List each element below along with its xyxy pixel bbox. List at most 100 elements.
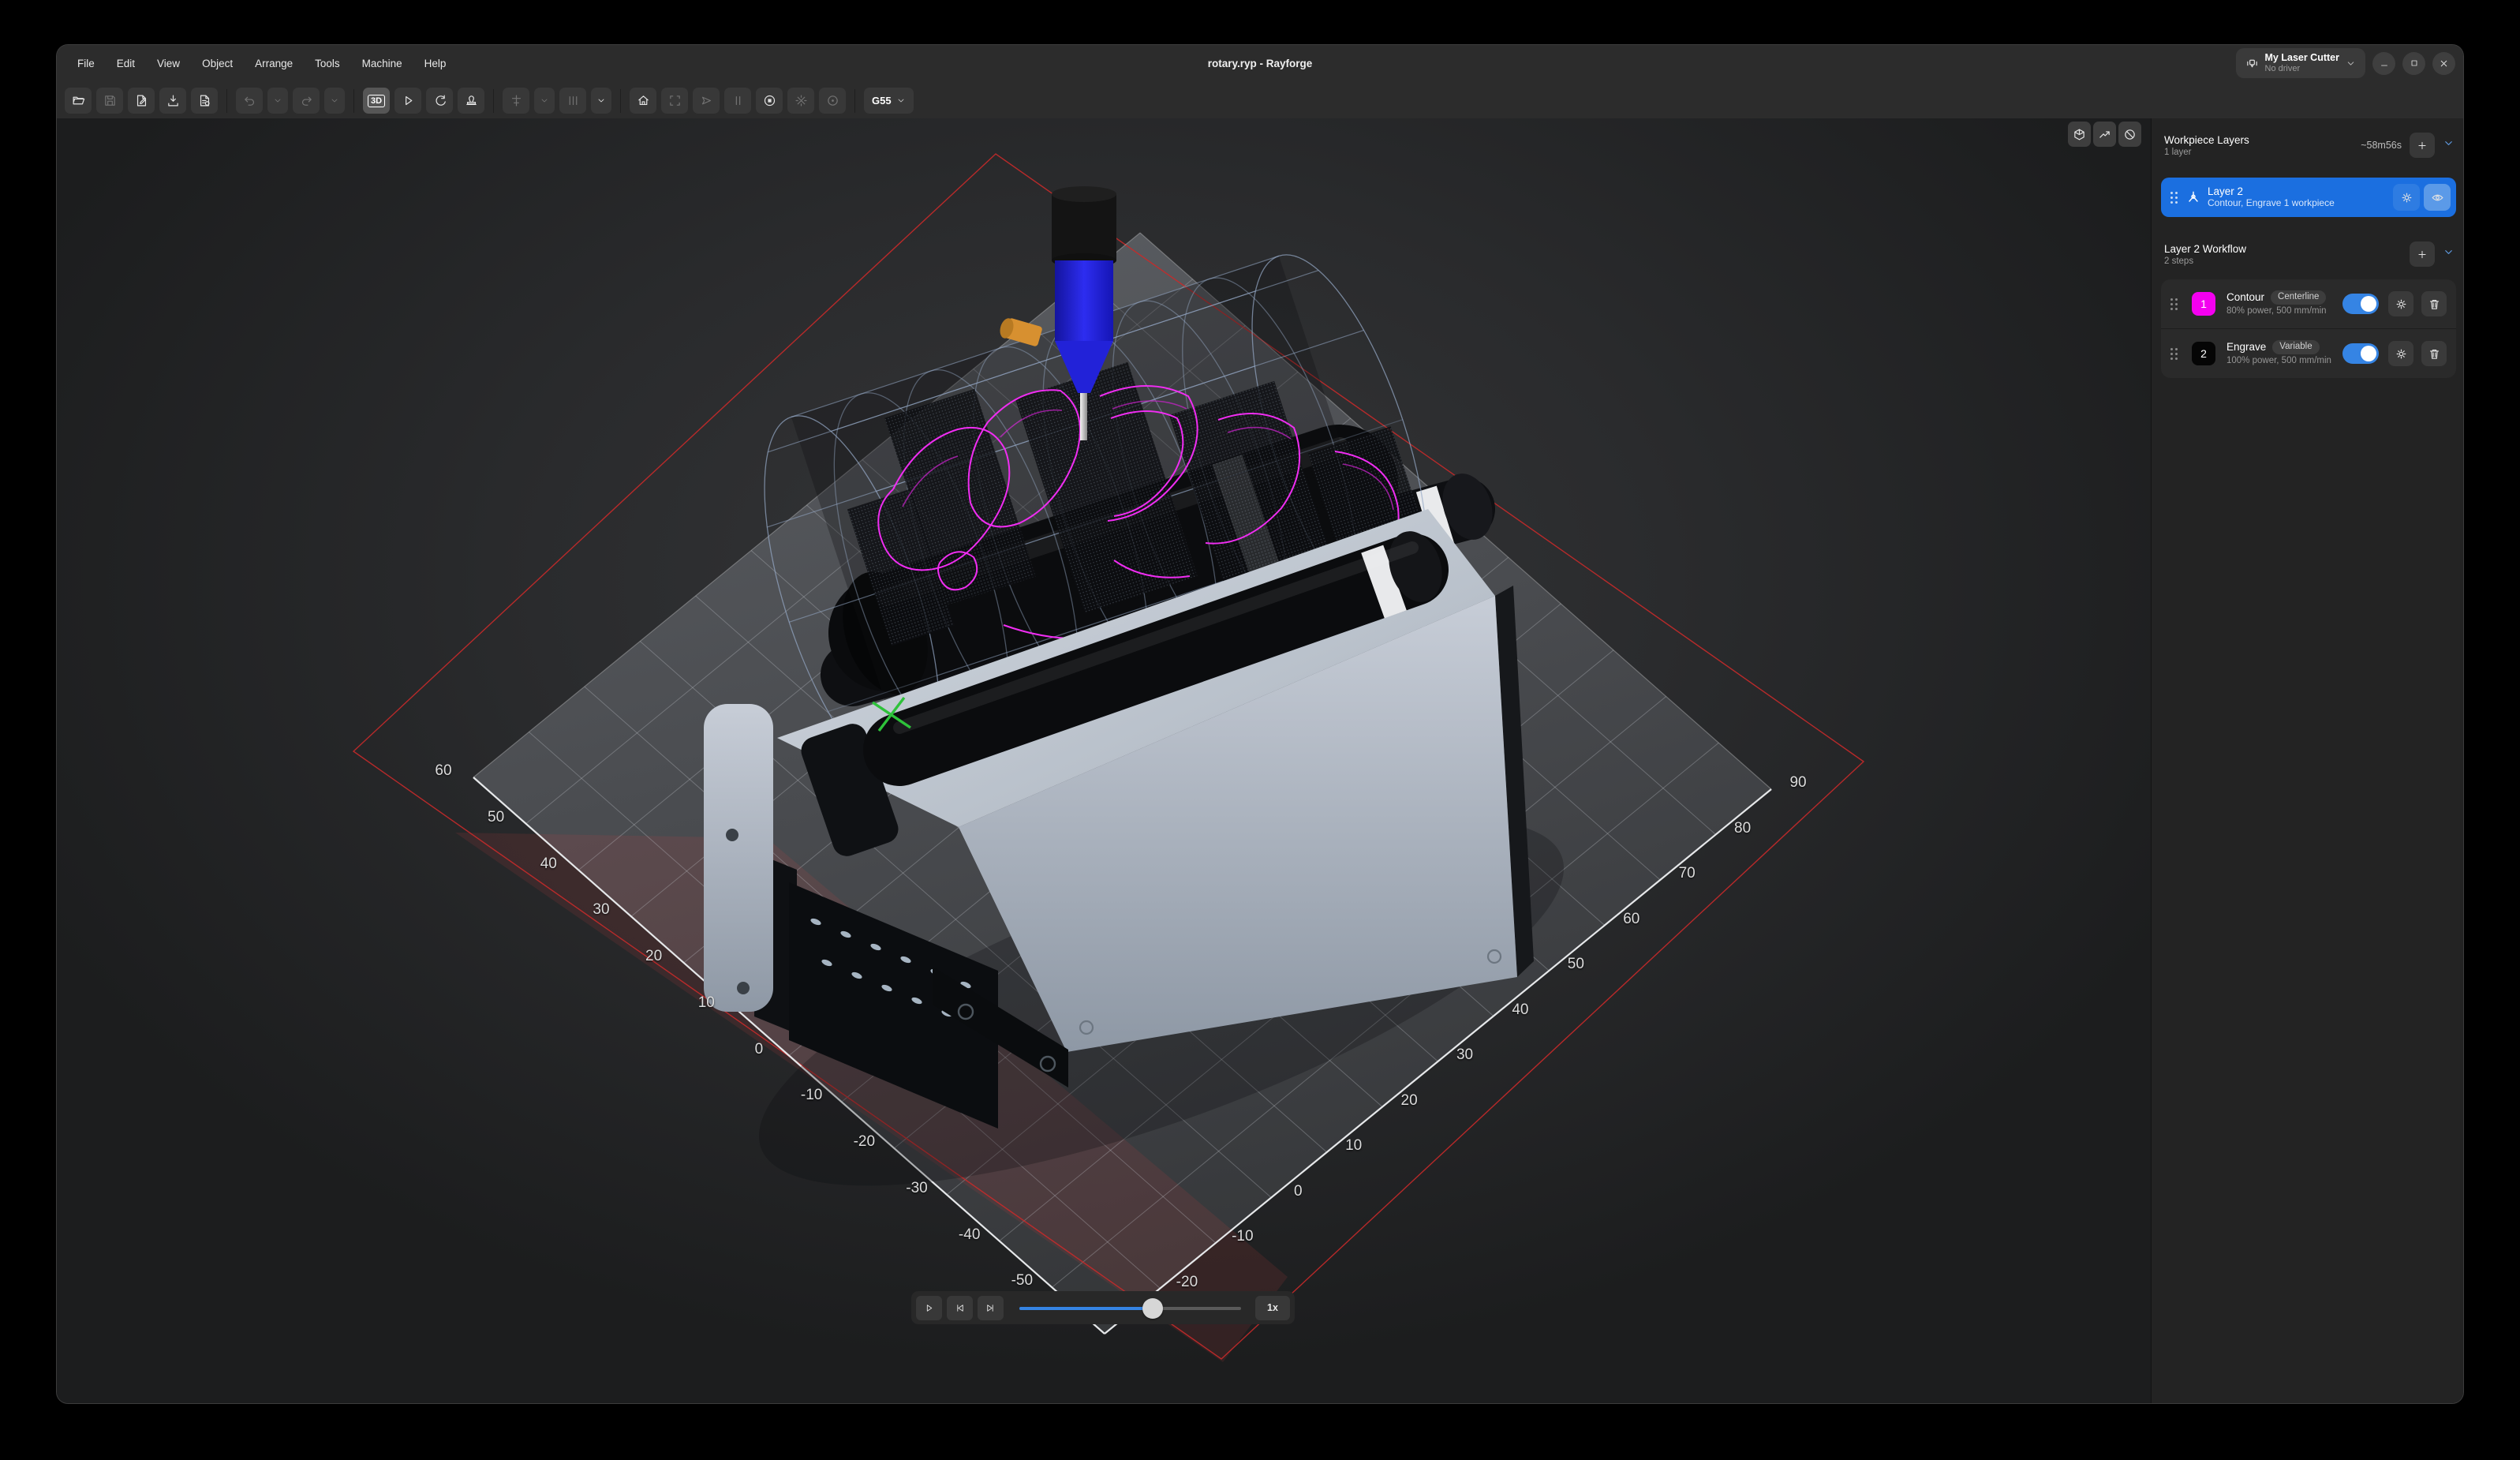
workpiece-layers-header: Workpiece Layers 1 layer ~58m56s xyxy=(2164,133,2455,158)
workflow-title: Layer 2 Workflow xyxy=(2164,243,2410,255)
gear-icon xyxy=(2400,191,2413,204)
redo-button[interactable] xyxy=(293,88,320,114)
drag-handle-icon[interactable] xyxy=(2170,298,2178,310)
chevron-down-icon xyxy=(2443,245,2455,259)
maximize-button[interactable] xyxy=(2402,52,2425,75)
stop-circle-icon xyxy=(763,94,776,107)
save-button[interactable] xyxy=(96,88,123,114)
frame-corners-icon xyxy=(668,94,682,107)
export-gcode-button[interactable] xyxy=(191,88,218,114)
chevron-down-icon xyxy=(2346,58,2356,69)
distribute-menu-button[interactable] xyxy=(591,88,611,114)
menu-arrange[interactable]: Arrange xyxy=(245,54,302,73)
undo-button[interactable] xyxy=(236,88,263,114)
add-layer-button[interactable] xyxy=(2410,133,2435,158)
ban-icon xyxy=(2123,128,2137,141)
target-dot-icon xyxy=(826,94,839,107)
trash-icon xyxy=(2428,298,2441,311)
close-button[interactable] xyxy=(2432,52,2455,75)
main-toolbar: 3D G55 xyxy=(65,83,914,118)
skip-start-icon xyxy=(955,1301,965,1315)
skip-end-button[interactable] xyxy=(978,1296,1004,1320)
align-menu-button[interactable] xyxy=(534,88,555,114)
laser-device-icon xyxy=(2245,57,2259,70)
step-number-chip: 1 xyxy=(2192,292,2215,316)
workflow-steps-card: 1 Contour Centerline 80% power, 500 mm/m… xyxy=(2161,279,2456,378)
drag-handle-icon[interactable] xyxy=(2170,348,2178,360)
folder-open-icon xyxy=(72,94,85,107)
show-travel-moves-button[interactable] xyxy=(2093,122,2116,147)
wcs-label: G55 xyxy=(872,95,892,107)
layer-row-selected[interactable]: Layer 2 Contour, Engrave 1 workpiece xyxy=(2161,178,2456,217)
clipping-toggle-button[interactable] xyxy=(2118,122,2141,147)
machine-selector-button[interactable]: My Laser Cutter No driver xyxy=(2236,48,2365,78)
simulation-playbar: 1x xyxy=(911,1291,1295,1324)
send-job-button[interactable] xyxy=(693,88,720,114)
workflow-step-row[interactable]: 1 Contour Centerline 80% power, 500 mm/m… xyxy=(2161,279,2456,328)
chevron-down-icon xyxy=(896,94,906,107)
laser-pointer-button[interactable] xyxy=(787,88,814,114)
perspective-toggle-button[interactable] xyxy=(2068,122,2091,147)
simulate-button[interactable] xyxy=(394,88,421,114)
send-icon xyxy=(700,94,713,107)
toggle-3d-view-button[interactable]: 3D xyxy=(363,88,390,114)
material-test-button[interactable] xyxy=(458,88,484,114)
menu-edit[interactable]: Edit xyxy=(107,54,144,73)
collapse-layers-button[interactable] xyxy=(2443,137,2455,154)
workflow-step-row[interactable]: 2 Engrave Variable 100% power, 500 mm/mi… xyxy=(2161,328,2456,378)
close-icon xyxy=(2439,58,2449,69)
step-delete-button[interactable] xyxy=(2421,291,2447,316)
home-machine-button[interactable] xyxy=(630,88,656,114)
simulation-progress-slider[interactable] xyxy=(1019,1296,1241,1320)
step-settings-button[interactable] xyxy=(2388,341,2413,366)
step-mode-badge: Centerline xyxy=(2271,290,2326,305)
collapse-workflow-button[interactable] xyxy=(2443,245,2455,263)
wcs-selector-button[interactable]: G55 xyxy=(864,88,914,114)
menu-tools[interactable]: Tools xyxy=(305,54,350,73)
play-button[interactable] xyxy=(916,1296,942,1320)
frame-job-button[interactable] xyxy=(661,88,688,114)
gear-icon xyxy=(2395,298,2408,311)
open-file-button[interactable] xyxy=(65,88,92,114)
desktop: FileEditViewObjectArrangeToolsMachineHel… xyxy=(0,0,2520,1460)
align-button[interactable] xyxy=(503,88,529,114)
workpiece-icon xyxy=(2185,189,2201,205)
distribute-button[interactable] xyxy=(559,88,586,114)
import-button[interactable] xyxy=(159,88,186,114)
menu-machine[interactable]: Machine xyxy=(353,54,412,73)
import-download-icon xyxy=(166,94,180,107)
workflow-header: Layer 2 Workflow 2 steps xyxy=(2164,241,2455,267)
plus-icon xyxy=(2417,248,2428,261)
menu-file[interactable]: File xyxy=(68,54,104,73)
layer-settings-button[interactable] xyxy=(2393,184,2420,211)
drag-handle-icon[interactable] xyxy=(2170,192,2178,204)
undo-menu-button[interactable] xyxy=(267,88,288,114)
minimize-button[interactable] xyxy=(2372,52,2395,75)
viewport-3d[interactable]: 6050403020100-10-20-30-40-50908070605040… xyxy=(57,118,2151,1403)
job-time-estimate: ~58m56s xyxy=(2361,140,2402,151)
chevron-down-icon xyxy=(273,94,282,107)
pause-button[interactable] xyxy=(724,88,751,114)
save-as-button[interactable] xyxy=(128,88,155,114)
step-enabled-toggle[interactable] xyxy=(2342,294,2379,314)
set-origin-button[interactable] xyxy=(819,88,846,114)
step-enabled-toggle[interactable] xyxy=(2342,343,2379,364)
step-details: 100% power, 500 mm/min xyxy=(2226,356,2342,367)
regenerate-button[interactable] xyxy=(426,88,453,114)
eye-icon xyxy=(2431,191,2444,204)
menu-help[interactable]: Help xyxy=(415,54,456,73)
layer-visibility-button[interactable] xyxy=(2424,184,2451,211)
pause-icon xyxy=(731,94,745,107)
redo-menu-button[interactable] xyxy=(324,88,345,114)
add-step-button[interactable] xyxy=(2410,241,2435,267)
save-icon xyxy=(103,94,117,107)
menu-object[interactable]: Object xyxy=(193,54,242,73)
undo-icon xyxy=(243,94,256,107)
stop-button[interactable] xyxy=(756,88,783,114)
step-settings-button[interactable] xyxy=(2388,291,2413,316)
playback-speed-button[interactable]: 1x xyxy=(1255,1296,1290,1320)
menu-view[interactable]: View xyxy=(148,54,189,73)
viewport-3d-scene xyxy=(57,118,2151,1403)
step-delete-button[interactable] xyxy=(2421,341,2447,366)
skip-start-button[interactable] xyxy=(947,1296,973,1320)
